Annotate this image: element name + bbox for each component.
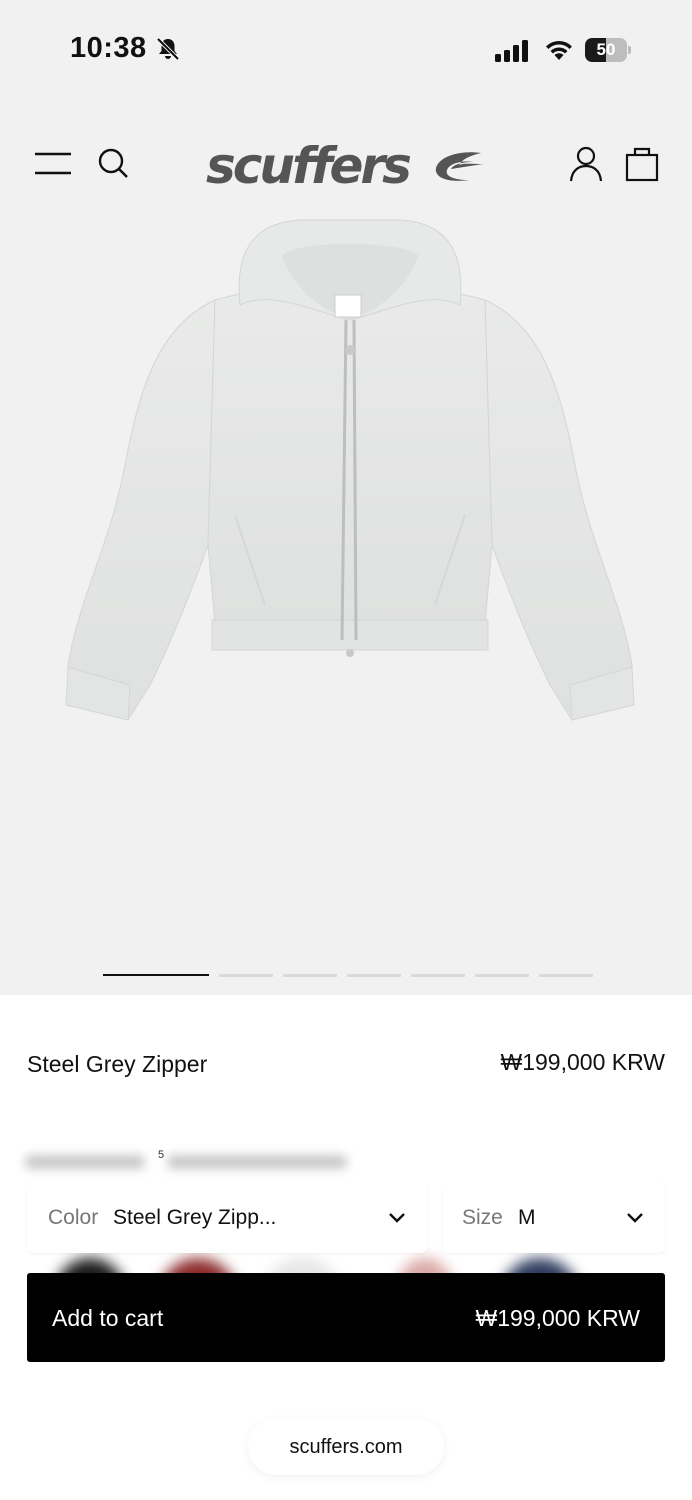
color-select[interactable]: Color Steel Grey Zipp... [27,1181,427,1253]
url-pill[interactable]: scuffers.com [248,1419,444,1475]
carousel-dot[interactable] [539,974,593,977]
wifi-icon [546,40,572,60]
signal-icon [495,40,528,62]
color-count-superscript: 5 [158,1149,165,1161]
carousel-dot[interactable] [283,974,337,977]
brand-swoosh-icon [435,152,483,181]
battery-percent: 50 [596,40,616,59]
chevron-down-icon [627,1213,643,1223]
hamburger-menu-icon[interactable] [34,152,72,176]
carousel-dot[interactable] [219,974,273,977]
carousel-dot[interactable] [103,974,209,976]
site-header: scuffers [0,130,692,200]
brand-logo[interactable]: scuffers [206,136,486,196]
add-to-cart-label: Add to cart [52,1305,164,1331]
user-icon[interactable] [569,146,603,182]
carousel-dot[interactable] [475,974,529,977]
carousel-dot[interactable] [411,974,465,977]
product-price: ₩199,000 KRW [500,1049,665,1075]
add-to-cart-price: ₩199,000 KRW [475,1305,640,1331]
shopping-bag-icon[interactable] [624,144,660,182]
clock: 10:38 [70,32,147,64]
hoodie-image[interactable] [50,215,650,735]
bell-slash-icon [156,37,180,61]
size-select[interactable]: Size M [443,1181,665,1253]
size-select-label: Size [462,1206,503,1229]
blurred-color-heading [25,1155,385,1177]
search-icon[interactable] [96,146,130,180]
product-name: Steel Grey Zipper [27,1051,208,1077]
product-panel: Steel Grey Zipper ₩199,000 KRW 5 Color S… [0,995,692,1500]
add-to-cart-button[interactable]: Add to cart ₩199,000 KRW [27,1273,665,1362]
carousel-dot[interactable] [347,974,401,977]
size-select-value: M [518,1206,536,1229]
color-select-label: Color [48,1206,99,1229]
brand-wordmark: scuffers [206,137,412,195]
status-bar: 10:38 50 [0,0,692,100]
chevron-down-icon [389,1213,405,1223]
battery-icon: 50 [585,38,631,62]
color-select-value: Steel Grey Zipp... [113,1206,277,1229]
